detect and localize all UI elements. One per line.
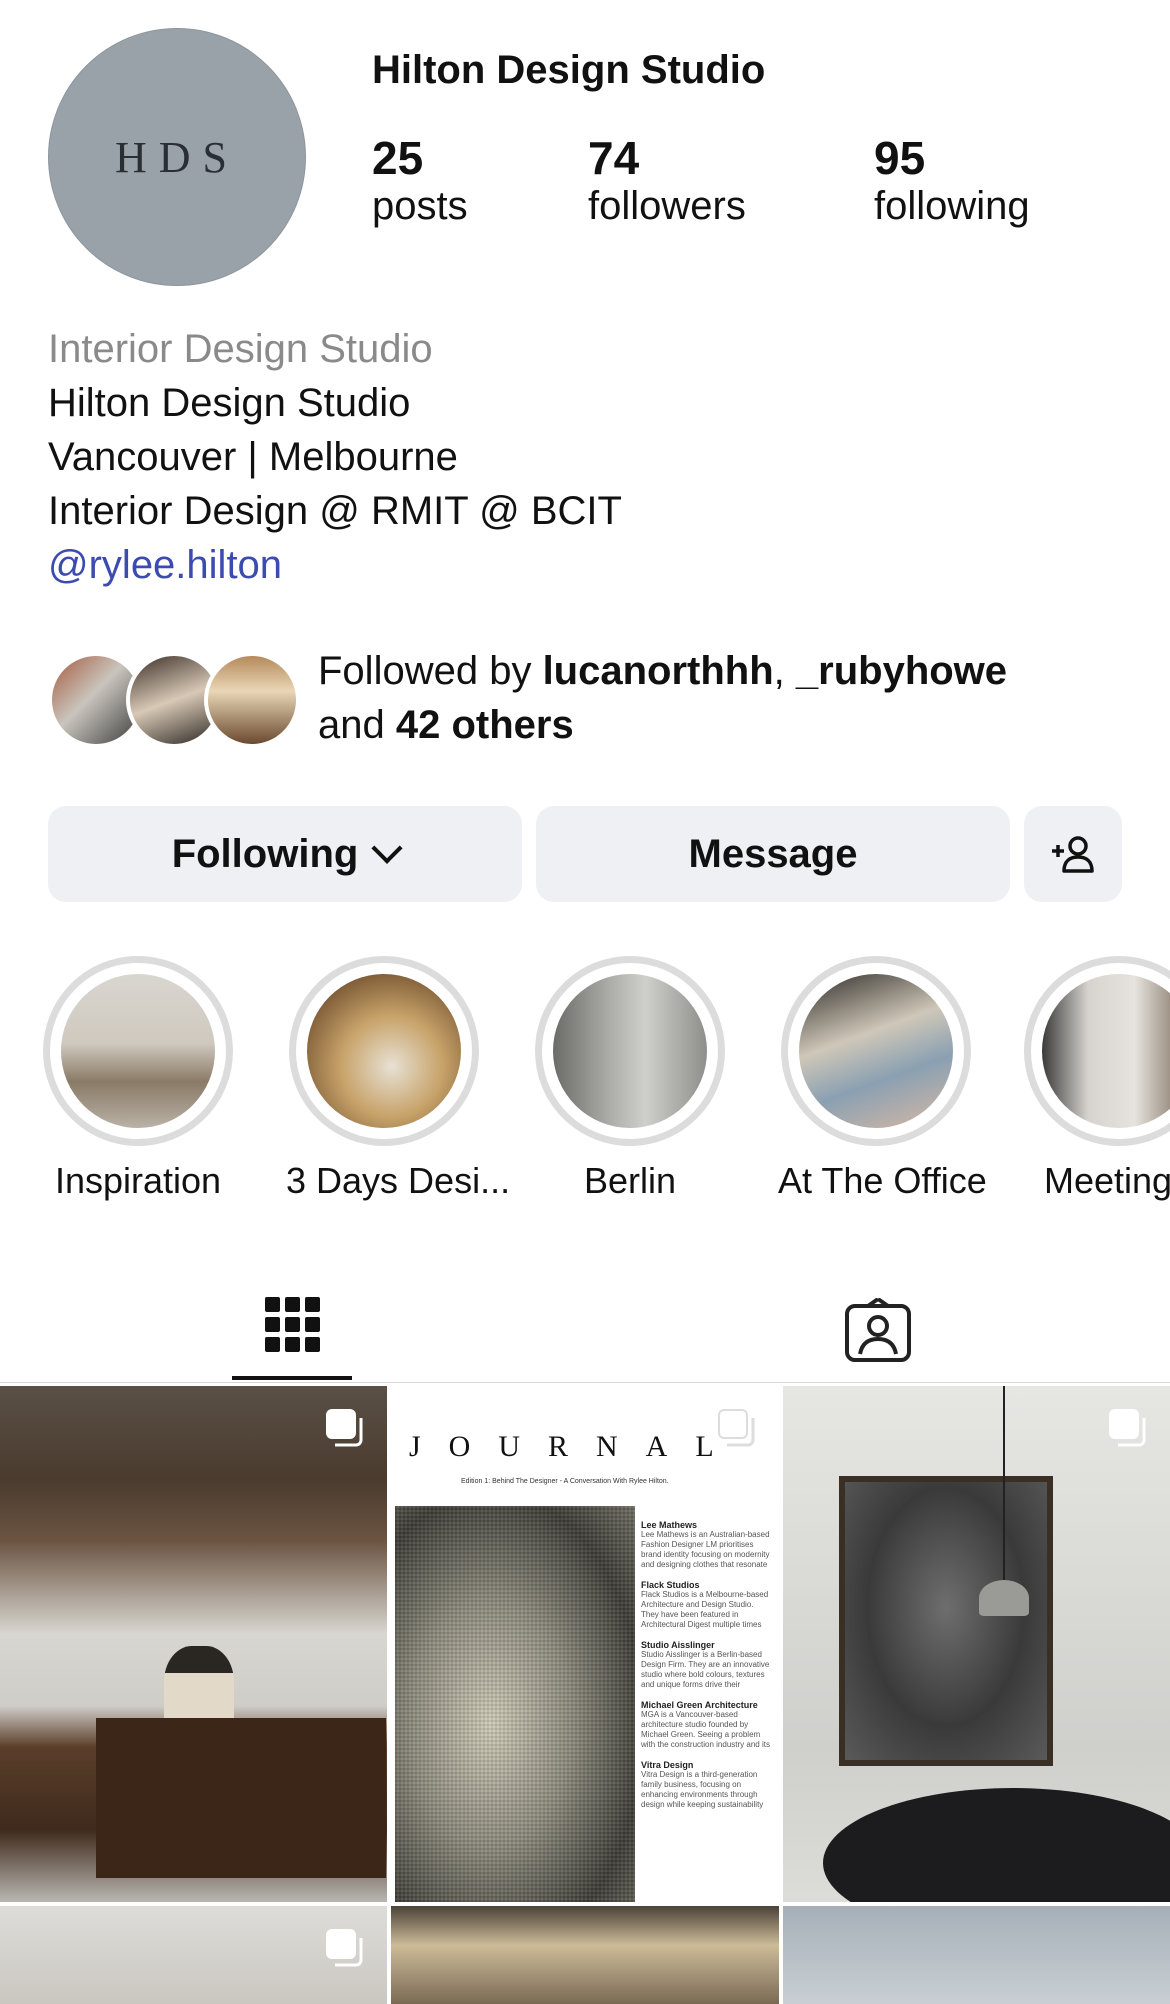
carousel-icon — [326, 1929, 363, 1967]
journal-paragraph: Flack Studios is a Melbourne-based Archi… — [641, 1590, 769, 1629]
profile-avatar[interactable]: HDS — [48, 28, 306, 286]
followers-label: followers — [588, 184, 746, 229]
mutual-user-2[interactable]: _rubyhowe — [796, 649, 1007, 693]
following-label: following — [874, 184, 1030, 229]
highlight-cover — [307, 974, 461, 1128]
avatar-initials: HDS — [114, 132, 240, 182]
post-tile-journal[interactable]: JOURNAL Edition 1: Behind The Designer -… — [391, 1386, 779, 1902]
journal-subtitle: Edition 1: Behind The Designer - A Conve… — [461, 1478, 669, 1485]
grid-icon — [264, 1297, 320, 1352]
post-tile[interactable] — [391, 1906, 779, 2004]
carousel-icon — [718, 1409, 755, 1447]
highlight-3-days-design[interactable]: 3 Days Desi... — [286, 956, 511, 1202]
post-tile[interactable] — [783, 1906, 1170, 2004]
bio-mention-link[interactable]: @rylee.hilton — [48, 538, 622, 592]
highlight-label: 3 Days Desi... — [286, 1160, 511, 1201]
profile-bio: Interior Design Studio Hilton Design Stu… — [48, 322, 622, 592]
posts-count: 25 — [372, 132, 424, 184]
bio-line-name: Hilton Design Studio — [48, 381, 411, 425]
suggested-users-button[interactable] — [1024, 806, 1122, 902]
highlight-ring — [289, 956, 479, 1146]
message-button[interactable]: Message — [536, 806, 1010, 902]
post-image-artwork — [839, 1476, 1053, 1766]
highlight-berlin[interactable]: Berlin — [532, 956, 728, 1202]
journal-paragraph: MGA is a Vancouver-based architecture st… — [641, 1710, 770, 1749]
carousel-icon — [1109, 1409, 1146, 1447]
highlight-meeting[interactable]: Meeting — [1024, 956, 1170, 1202]
journal-heading: Flack Studios — [641, 1580, 700, 1590]
highlight-at-the-office[interactable]: At The Office — [778, 956, 987, 1202]
highlight-inspiration[interactable]: Inspiration — [40, 956, 236, 1202]
mutual-avatar — [204, 652, 300, 748]
journal-paragraph: Studio Aisslinger is a Berlin-based Desi… — [641, 1650, 770, 1689]
post-image-lamp-wire — [1003, 1386, 1005, 1586]
post-tile[interactable] — [783, 1386, 1170, 1902]
tagged-icon — [844, 1298, 911, 1362]
bio-category: Interior Design Studio — [48, 327, 433, 371]
following-count: 95 — [874, 132, 926, 184]
stat-followers[interactable]: 74 followers — [588, 134, 746, 230]
post-tile[interactable] — [0, 1386, 387, 1902]
mutual-others[interactable]: 42 others — [396, 703, 574, 747]
tab-posts-grid[interactable] — [0, 1276, 585, 1384]
stat-posts[interactable]: 25 posts — [372, 134, 468, 230]
highlight-label: At The Office — [778, 1160, 987, 1201]
post-tile[interactable] — [0, 1906, 387, 2004]
post-image-lamp — [979, 1580, 1029, 1616]
highlight-ring — [43, 956, 233, 1146]
posts-label: posts — [372, 184, 468, 229]
tab-divider — [0, 1382, 1170, 1383]
highlight-cover — [1042, 974, 1170, 1128]
journal-paragraph: Lee Mathews is an Australian-based Fashi… — [641, 1530, 770, 1569]
followed-by-prefix: Followed by — [318, 649, 543, 693]
add-person-icon — [1052, 836, 1094, 873]
bio-line-education: Interior Design @ RMIT @ BCIT — [48, 489, 622, 533]
journal-heading: Vitra Design — [641, 1760, 694, 1770]
message-button-label: Message — [688, 831, 858, 876]
following-button-label: Following — [171, 831, 359, 876]
followed-by-separator: , — [773, 649, 796, 693]
journal-paragraph: Vitra Design is a third-generation famil… — [641, 1770, 764, 1809]
post-image-desk — [96, 1718, 386, 1878]
post-image-table — [823, 1788, 1170, 1902]
active-tab-indicator — [232, 1376, 352, 1380]
tab-tagged[interactable] — [585, 1276, 1170, 1384]
highlight-label: Inspiration — [54, 1160, 222, 1201]
journal-text-column: Lee Mathews Lee Mathews is an Australian… — [641, 1510, 771, 1810]
profile-username: Hilton Design Studio — [372, 48, 766, 92]
highlight-label: Berlin — [583, 1160, 677, 1201]
highlight-cover — [553, 974, 707, 1128]
chevron-down-icon — [371, 832, 403, 864]
highlight-ring — [781, 956, 971, 1146]
highlight-ring — [1024, 956, 1170, 1146]
followers-count: 74 — [588, 132, 640, 184]
mutual-user-1[interactable]: lucanorthhh — [543, 649, 774, 693]
journal-heading: Michael Green Architecture — [641, 1700, 758, 1710]
highlight-label: Meeting — [1044, 1160, 1170, 1201]
bio-line-location: Vancouver | Melbourne — [48, 435, 458, 479]
highlight-ring — [535, 956, 725, 1146]
journal-heading: Lee Mathews — [641, 1520, 698, 1530]
following-button[interactable]: Following — [48, 806, 522, 902]
highlight-cover — [61, 974, 215, 1128]
mutual-followers-avatars[interactable] — [48, 648, 300, 750]
followed-by-text[interactable]: Followed by lucanorthhh, _rubyhowe and 4… — [318, 644, 1138, 752]
highlight-cover — [799, 974, 953, 1128]
journal-photo — [395, 1506, 635, 1902]
journal-title: JOURNAL — [409, 1430, 742, 1463]
followed-by-middle: and — [318, 703, 396, 747]
stat-following[interactable]: 95 following — [874, 134, 1030, 230]
journal-heading: Studio Aisslinger — [641, 1640, 715, 1650]
carousel-icon — [326, 1409, 363, 1447]
